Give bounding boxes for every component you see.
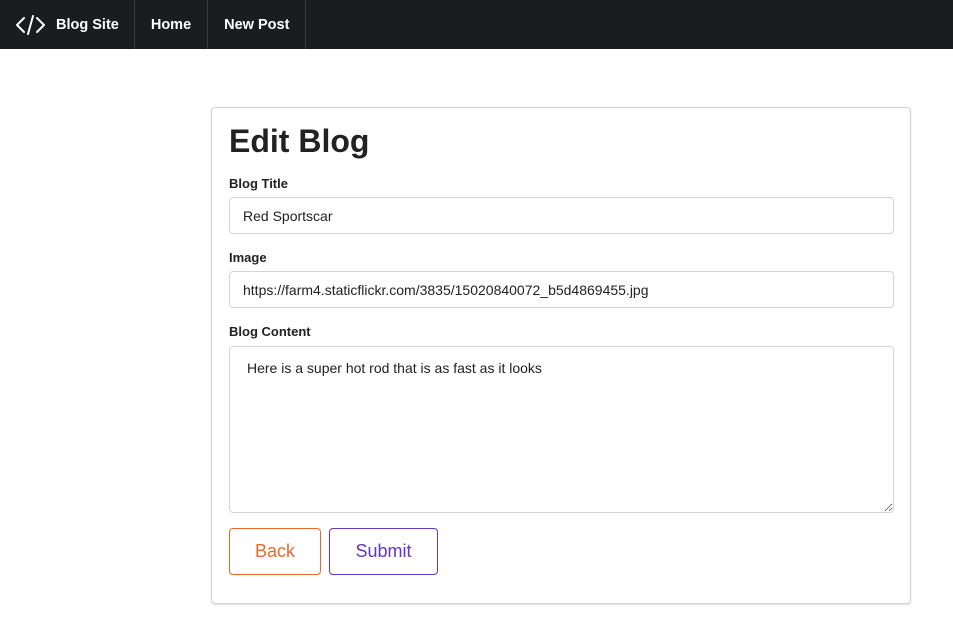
- edit-blog-form: Edit Blog Blog Title Image Blog Content …: [211, 107, 911, 604]
- blog-content-label: Blog Content: [229, 324, 311, 339]
- image-url-input[interactable]: [229, 271, 894, 308]
- submit-button[interactable]: Submit: [329, 528, 438, 575]
- image-label: Image: [229, 250, 267, 265]
- blog-title-label: Blog Title: [229, 176, 288, 191]
- nav-item-home[interactable]: Home: [135, 0, 209, 49]
- top-navbar: Blog Site Home New Post: [0, 0, 953, 49]
- blog-title-input[interactable]: [229, 197, 894, 234]
- page-title: Edit Blog: [229, 123, 370, 159]
- nav-item-new-post[interactable]: New Post: [208, 0, 307, 49]
- code-icon: [16, 14, 45, 35]
- nav-item-home-label: Home: [150, 16, 192, 33]
- nav-item-new-post-label: New Post: [224, 16, 290, 33]
- brand-label: Blog Site: [56, 16, 119, 33]
- blog-content-textarea[interactable]: Here is a super hot rod that is as fast …: [229, 346, 894, 513]
- brand-link[interactable]: Blog Site: [0, 0, 135, 49]
- back-button[interactable]: Back: [229, 528, 321, 575]
